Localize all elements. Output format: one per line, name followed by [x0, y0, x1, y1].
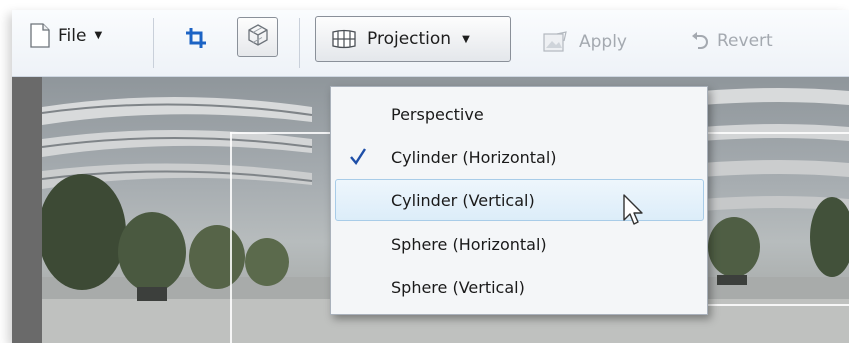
crop-button[interactable] — [185, 27, 207, 49]
menu-item-sphere-vertical[interactable]: Sphere (Vertical) — [331, 266, 707, 308]
projection-dropdown-button[interactable]: Projection ▼ — [315, 16, 511, 62]
cube-icon — [246, 23, 270, 51]
menu-item-label: Sphere (Vertical) — [391, 277, 525, 297]
projection-menu: Perspective Cylinder (Horizontal) Cylind… — [330, 86, 708, 315]
revert-label: Revert — [717, 31, 773, 51]
document-icon — [30, 23, 50, 48]
menu-item-label: Sphere (Horizontal) — [391, 234, 547, 254]
crop-icon — [185, 27, 207, 49]
mouse-pointer-icon — [622, 193, 644, 233]
undo-arrow-icon — [691, 31, 709, 51]
apply-image-icon — [543, 31, 567, 53]
app-window: File ▼ Projection ▼ Apply Revert Perspec… — [12, 10, 849, 343]
toolbar-separator — [299, 18, 300, 68]
menu-item-cylinder-horizontal[interactable]: Cylinder (Horizontal) — [331, 136, 707, 178]
menu-item-sphere-horizontal[interactable]: Sphere (Horizontal) — [331, 223, 707, 265]
menu-item-label: Perspective — [391, 104, 484, 124]
chevron-down-icon: ▼ — [94, 30, 103, 41]
menu-item-perspective[interactable]: Perspective — [331, 93, 707, 135]
file-menu-button[interactable]: File ▼ — [30, 23, 102, 48]
checkmark-icon — [349, 146, 367, 170]
projection-label: Projection — [367, 29, 452, 49]
menu-item-label: Cylinder (Horizontal) — [391, 147, 557, 167]
crop-frame-left-edge[interactable] — [230, 132, 232, 343]
apply-label: Apply — [579, 32, 627, 52]
perspective-toggle-button[interactable] — [237, 17, 278, 57]
crop-frame-top-edge[interactable] — [695, 132, 849, 134]
menu-item-cylinder-vertical[interactable]: Cylinder (Vertical) — [335, 179, 704, 221]
crop-frame-top-edge[interactable] — [230, 132, 330, 134]
toolbar: File ▼ Projection ▼ Apply Revert — [12, 10, 849, 77]
grid-projection-icon — [332, 29, 356, 49]
apply-button[interactable]: Apply — [543, 31, 627, 53]
revert-button[interactable]: Revert — [691, 31, 773, 51]
image-edge-shadow — [12, 77, 42, 343]
file-label: File — [58, 25, 87, 46]
chevron-down-icon: ▼ — [462, 33, 470, 45]
crop-frame-bottom-edge[interactable] — [695, 304, 849, 306]
menu-item-label: Cylinder (Vertical) — [391, 190, 535, 210]
toolbar-separator — [153, 18, 154, 68]
